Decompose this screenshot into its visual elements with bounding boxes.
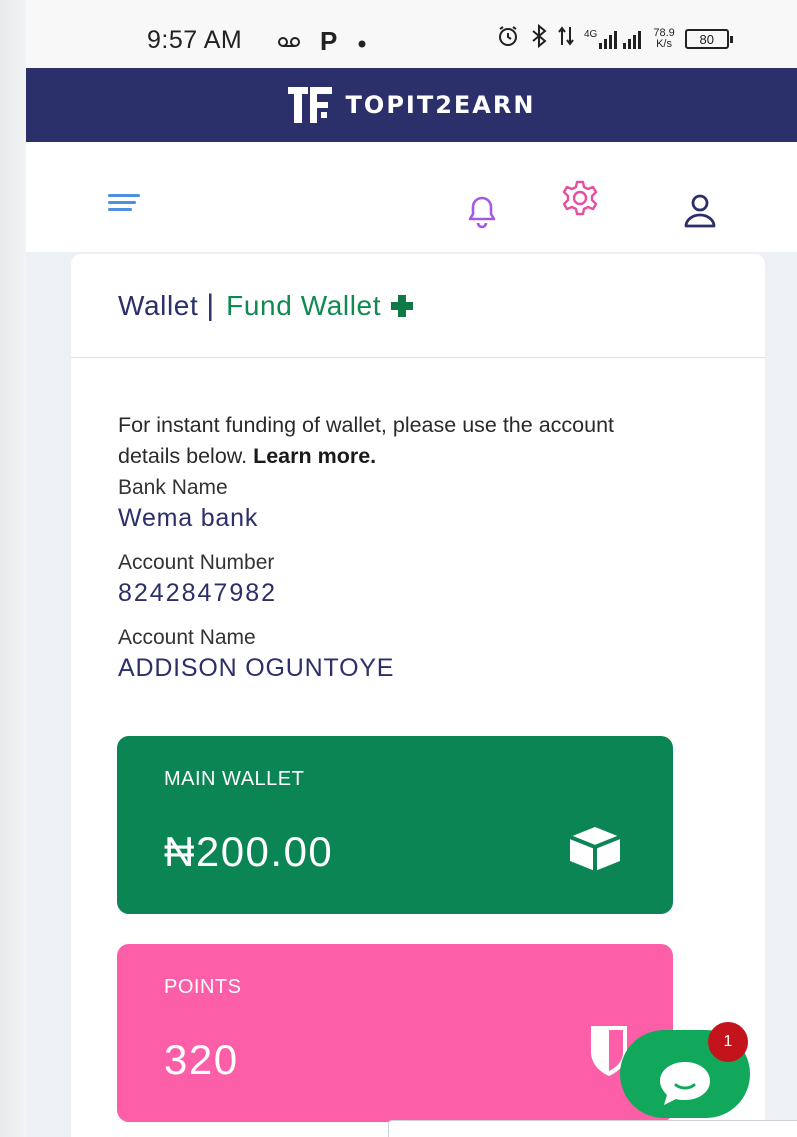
popup-panel-edge: [388, 1120, 797, 1137]
wallet-card-body: For instant funding of wallet, please us…: [71, 358, 765, 683]
chat-bubble-icon[interactable]: [656, 1058, 714, 1113]
main-wallet-card: MAIN WALLET ₦200.00: [117, 736, 673, 914]
main-wallet-amount: ₦200.00: [164, 828, 334, 875]
brand-name: TOPIT2EARN: [345, 91, 536, 119]
status-bar: 9:57 AM P 4G 78.9 K/s 80: [26, 0, 797, 68]
status-right-icons: 4G 78.9 K/s 80: [496, 23, 733, 54]
network-type: 4G: [584, 29, 598, 40]
tab-separator: |: [206, 288, 215, 322]
points-value: 320: [164, 1036, 239, 1083]
fund-wallet-label: Fund Wallet: [226, 289, 382, 321]
signal-icon: 4G: [584, 29, 643, 49]
box-icon: [567, 824, 623, 879]
wallet-card: Wallet | Fund Wallet For instant funding…: [71, 254, 765, 1137]
bluetooth-icon: [530, 23, 548, 54]
status-left-icons: P: [278, 26, 367, 57]
chat-notification-badge: 1: [708, 1022, 748, 1062]
brand-logo-icon: [287, 85, 332, 125]
account-name-value: ADDISON OGUNTOYE: [118, 654, 395, 682]
parking-icon: P: [320, 26, 338, 56]
account-number-label: Account Number: [118, 551, 275, 574]
points-card: POINTS 320: [117, 944, 673, 1122]
dot-icon: [357, 29, 367, 55]
phone-screen: 9:57 AM P 4G 78.9 K/s 80 TOPIT2EARN Wall…: [26, 0, 797, 1137]
bank-name-value: Wema bank: [118, 504, 259, 532]
battery-level: 80: [699, 31, 714, 47]
fund-wallet-button[interactable]: Fund Wallet: [226, 289, 414, 322]
wallet-card-header: Wallet | Fund Wallet: [71, 254, 765, 358]
account-number-value: 8242847982: [118, 579, 278, 607]
alarm-icon: [496, 24, 520, 54]
points-label: POINTS: [164, 976, 242, 998]
battery-icon: 80: [684, 29, 733, 49]
brand-header: TOPIT2EARN: [26, 68, 797, 142]
status-time: 9:57 AM: [147, 26, 243, 54]
funding-instructions: For instant funding of wallet, please us…: [118, 410, 638, 472]
speed-unit: K/s: [656, 38, 672, 50]
bell-icon[interactable]: [464, 192, 500, 230]
menu-icon[interactable]: [108, 194, 140, 212]
learn-more-link[interactable]: Learn more.: [253, 444, 376, 468]
user-icon[interactable]: [682, 192, 718, 230]
top-nav: [26, 142, 797, 252]
plus-icon: [391, 294, 414, 317]
main-wallet-label: MAIN WALLET: [164, 768, 305, 790]
gear-icon[interactable]: [560, 178, 600, 218]
account-name-label: Account Name: [118, 626, 256, 649]
data-transfer-icon: [558, 25, 574, 53]
tab-wallet[interactable]: Wallet: [118, 290, 198, 322]
voicemail-icon: [278, 29, 300, 55]
bank-name-label: Bank Name: [118, 476, 228, 499]
network-speed: 78.9 K/s: [653, 28, 674, 50]
